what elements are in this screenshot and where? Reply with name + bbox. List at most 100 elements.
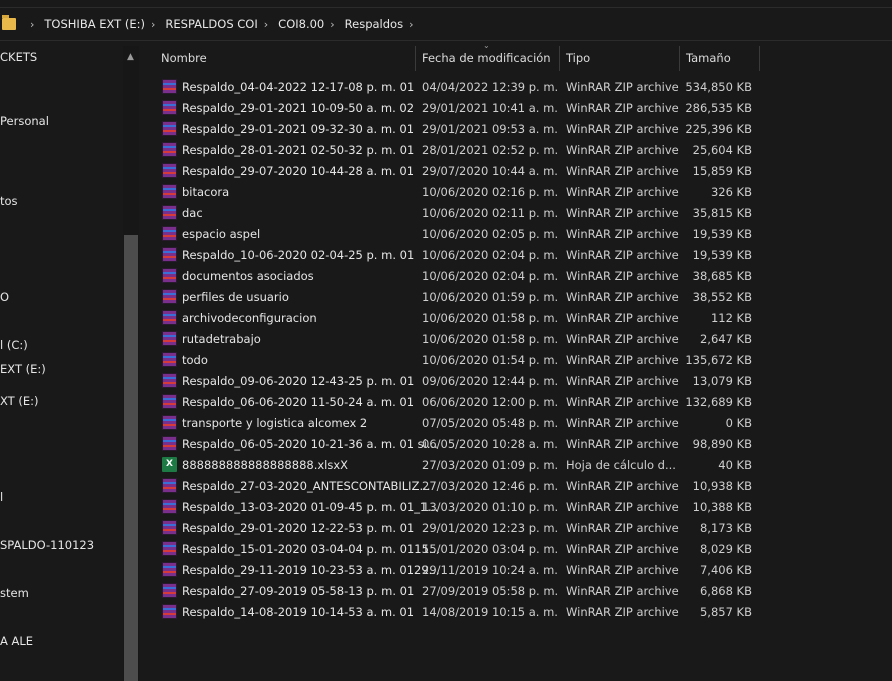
file-size: 15,859 KB xyxy=(692,164,752,178)
file-row[interactable]: archivodeconfiguracion 10/06/2020 01:58 p… xyxy=(160,308,760,329)
file-type: WinRAR ZIP archive xyxy=(566,563,679,577)
sidebar-item-drive-c[interactable]: l (C:) xyxy=(0,338,28,352)
file-name: transporte y logistica alcomex 2 xyxy=(182,416,368,430)
sidebar-item-drive-e[interactable]: EXT (E:) xyxy=(0,362,46,376)
file-size: 8,173 KB xyxy=(699,521,752,535)
file-type: WinRAR ZIP archive xyxy=(566,206,679,220)
file-row[interactable]: X 888888888888888888.xlsxX 27/03/2020 01:0… xyxy=(160,455,760,476)
file-name: Respaldo_06-06-2020 11-50-24 a. m. 01 xyxy=(182,395,415,409)
file-row[interactable]: documentos asociados 10/06/2020 02:04 p. … xyxy=(160,266,760,287)
sidebar-item[interactable]: SPALDO-110123 xyxy=(0,538,94,552)
winrar-icon xyxy=(162,604,177,619)
chevron-right-icon[interactable]: › xyxy=(264,18,268,31)
file-name: Respaldo_29-01-2021 10-09-50 a. m. 02 xyxy=(182,101,415,115)
sidebar-item[interactable]: Personal xyxy=(0,114,49,128)
file-date: 10/06/2020 02:05 p. m. xyxy=(422,227,559,241)
file-size: 38,685 KB xyxy=(692,269,752,283)
sidebar-item[interactable]: A ALE xyxy=(0,634,33,648)
file-size: 35,815 KB xyxy=(692,206,752,220)
file-row[interactable]: espacio aspel 10/06/2020 02:05 p. m. WinRA… xyxy=(160,224,760,245)
winrar-icon xyxy=(162,436,177,451)
file-name: rutadetrabajo xyxy=(182,332,261,346)
sidebar-item-drive-e[interactable]: XT (E:) xyxy=(0,394,38,408)
column-divider[interactable] xyxy=(559,46,560,71)
address-box[interactable]: › TOSHIBA EXT (E:) › RESPALDOS COI › COI… xyxy=(0,7,892,41)
winrar-icon xyxy=(162,373,177,388)
file-size: 326 KB xyxy=(710,185,752,199)
chevron-right-icon[interactable]: › xyxy=(30,18,34,31)
file-name: Respaldo_29-01-2020 12-22-53 p. m. 01 xyxy=(182,521,415,535)
file-row[interactable]: Respaldo_09-06-2020 12-43-25 p. m. 01 09/… xyxy=(160,371,760,392)
file-date: 15/01/2020 03:04 p. m. xyxy=(422,542,559,556)
file-row[interactable]: Respaldo_10-06-2020 02-04-25 p. m. 01 10/… xyxy=(160,245,760,266)
column-divider[interactable] xyxy=(679,46,680,71)
file-date: 29/11/2019 10:24 a. m. xyxy=(422,563,558,577)
file-name: perfiles de usuario xyxy=(182,290,289,304)
column-header-date[interactable]: Fecha de modificación xyxy=(422,46,557,71)
chevron-right-icon[interactable]: › xyxy=(409,18,413,31)
sidebar-item[interactable]: CKETS xyxy=(0,50,37,64)
file-name: espacio aspel xyxy=(182,227,261,241)
winrar-icon xyxy=(162,331,177,346)
file-row[interactable]: Respaldo_29-07-2020 10-44-28 a. m. 01 29/… xyxy=(160,161,760,182)
file-row[interactable]: Respaldo_29-11-2019 10-23-53 a. m. 0129.… xyxy=(160,560,760,581)
winrar-icon xyxy=(162,415,177,430)
chevron-right-icon[interactable]: › xyxy=(330,18,334,31)
column-divider[interactable] xyxy=(415,46,416,71)
file-date: 14/08/2019 10:15 a. m. xyxy=(422,605,558,619)
column-divider[interactable] xyxy=(759,46,760,71)
file-row[interactable]: transporte y logistica alcomex 2 07/05/20… xyxy=(160,413,760,434)
breadcrumb-drive[interactable]: TOSHIBA EXT (E:) xyxy=(44,17,145,31)
chevron-right-icon[interactable]: › xyxy=(151,18,155,31)
sidebar-item[interactable]: O xyxy=(0,290,9,304)
breadcrumb-coi800[interactable]: COI8.00 xyxy=(278,17,324,31)
sidebar-item[interactable]: l xyxy=(0,490,3,504)
file-row[interactable]: Respaldo_06-06-2020 11-50-24 a. m. 01 06/… xyxy=(160,392,760,413)
file-type: WinRAR ZIP archive xyxy=(566,164,679,178)
file-date: 06/06/2020 12:00 p. m. xyxy=(422,395,559,409)
column-header-type[interactable]: Tipo xyxy=(566,46,676,71)
file-size: 225,396 KB xyxy=(685,122,752,136)
sidebar-item[interactable]: stem xyxy=(0,586,29,600)
winrar-icon xyxy=(162,310,177,325)
winrar-icon xyxy=(162,478,177,493)
file-row[interactable]: Respaldo_06-05-2020 10-21-36 a. m. 01 si… xyxy=(160,434,760,455)
winrar-icon xyxy=(162,205,177,220)
file-row[interactable]: dac 10/06/2020 02:11 p. m. WinRAR ZIP arch… xyxy=(160,203,760,224)
breadcrumb-respaldos[interactable]: Respaldos xyxy=(345,17,403,31)
file-type: WinRAR ZIP archive xyxy=(566,290,679,304)
scroll-up-icon[interactable]: ▲ xyxy=(127,52,134,62)
file-row[interactable]: Respaldo_13-03-2020 01-09-45 p. m. 01_1.… xyxy=(160,497,760,518)
column-header-size[interactable]: Tamaño xyxy=(686,46,756,71)
file-name: Respaldo_04-04-2022 12-17-08 p. m. 01 xyxy=(182,80,415,94)
file-row[interactable]: Respaldo_15-01-2020 03-04-04 p. m. 0115.… xyxy=(160,539,760,560)
file-name: Respaldo_28-01-2021 02-50-32 p. m. 01 xyxy=(182,143,415,157)
file-row[interactable]: perfiles de usuario 10/06/2020 01:59 p. m… xyxy=(160,287,760,308)
file-row[interactable]: Respaldo_04-04-2022 12-17-08 p. m. 01 04/… xyxy=(160,77,760,98)
file-size: 135,672 KB xyxy=(685,353,752,367)
winrar-icon xyxy=(162,394,177,409)
column-header-name[interactable]: Nombre xyxy=(161,46,411,71)
file-type: WinRAR ZIP archive xyxy=(566,521,679,535)
sidebar-scroll-thumb[interactable] xyxy=(124,235,138,681)
file-row[interactable]: Respaldo_27-03-2020_ANTESCONTABILIZ... 27… xyxy=(160,476,760,497)
file-size: 2,647 KB xyxy=(699,332,752,346)
breadcrumb-respaldos-coi[interactable]: RESPALDOS COI xyxy=(165,17,257,31)
file-row[interactable]: Respaldo_29-01-2021 09-32-30 a. m. 01 29/… xyxy=(160,119,760,140)
file-row[interactable]: todo 10/06/2020 01:54 p. m. WinRAR ZIP arc… xyxy=(160,350,760,371)
file-size: 19,539 KB xyxy=(692,227,752,241)
file-row[interactable]: Respaldo_29-01-2021 10-09-50 a. m. 02 29/… xyxy=(160,98,760,119)
winrar-icon xyxy=(162,499,177,514)
file-row[interactable]: rutadetrabajo 10/06/2020 01:58 p. m. WinRA… xyxy=(160,329,760,350)
navigation-pane: CKETS Personal tos O l (C:) EXT (E:) XT … xyxy=(0,46,140,681)
file-row[interactable]: Respaldo_27-09-2019 05-58-13 p. m. 01 27/… xyxy=(160,581,760,602)
file-size: 8,029 KB xyxy=(699,542,752,556)
file-row[interactable]: Respaldo_29-01-2020 12-22-53 p. m. 01 29/… xyxy=(160,518,760,539)
file-row[interactable]: bitacora 10/06/2020 02:16 p. m. WinRAR ZIP… xyxy=(160,182,760,203)
file-row[interactable]: Respaldo_14-08-2019 10-14-53 a. m. 01 14/… xyxy=(160,602,760,623)
file-date: 27/09/2019 05:58 p. m. xyxy=(422,584,559,598)
sidebar-item[interactable]: tos xyxy=(0,194,18,208)
winrar-icon xyxy=(162,79,177,94)
file-row[interactable]: Respaldo_28-01-2021 02-50-32 p. m. 01 28/… xyxy=(160,140,760,161)
file-type: WinRAR ZIP archive xyxy=(566,185,679,199)
